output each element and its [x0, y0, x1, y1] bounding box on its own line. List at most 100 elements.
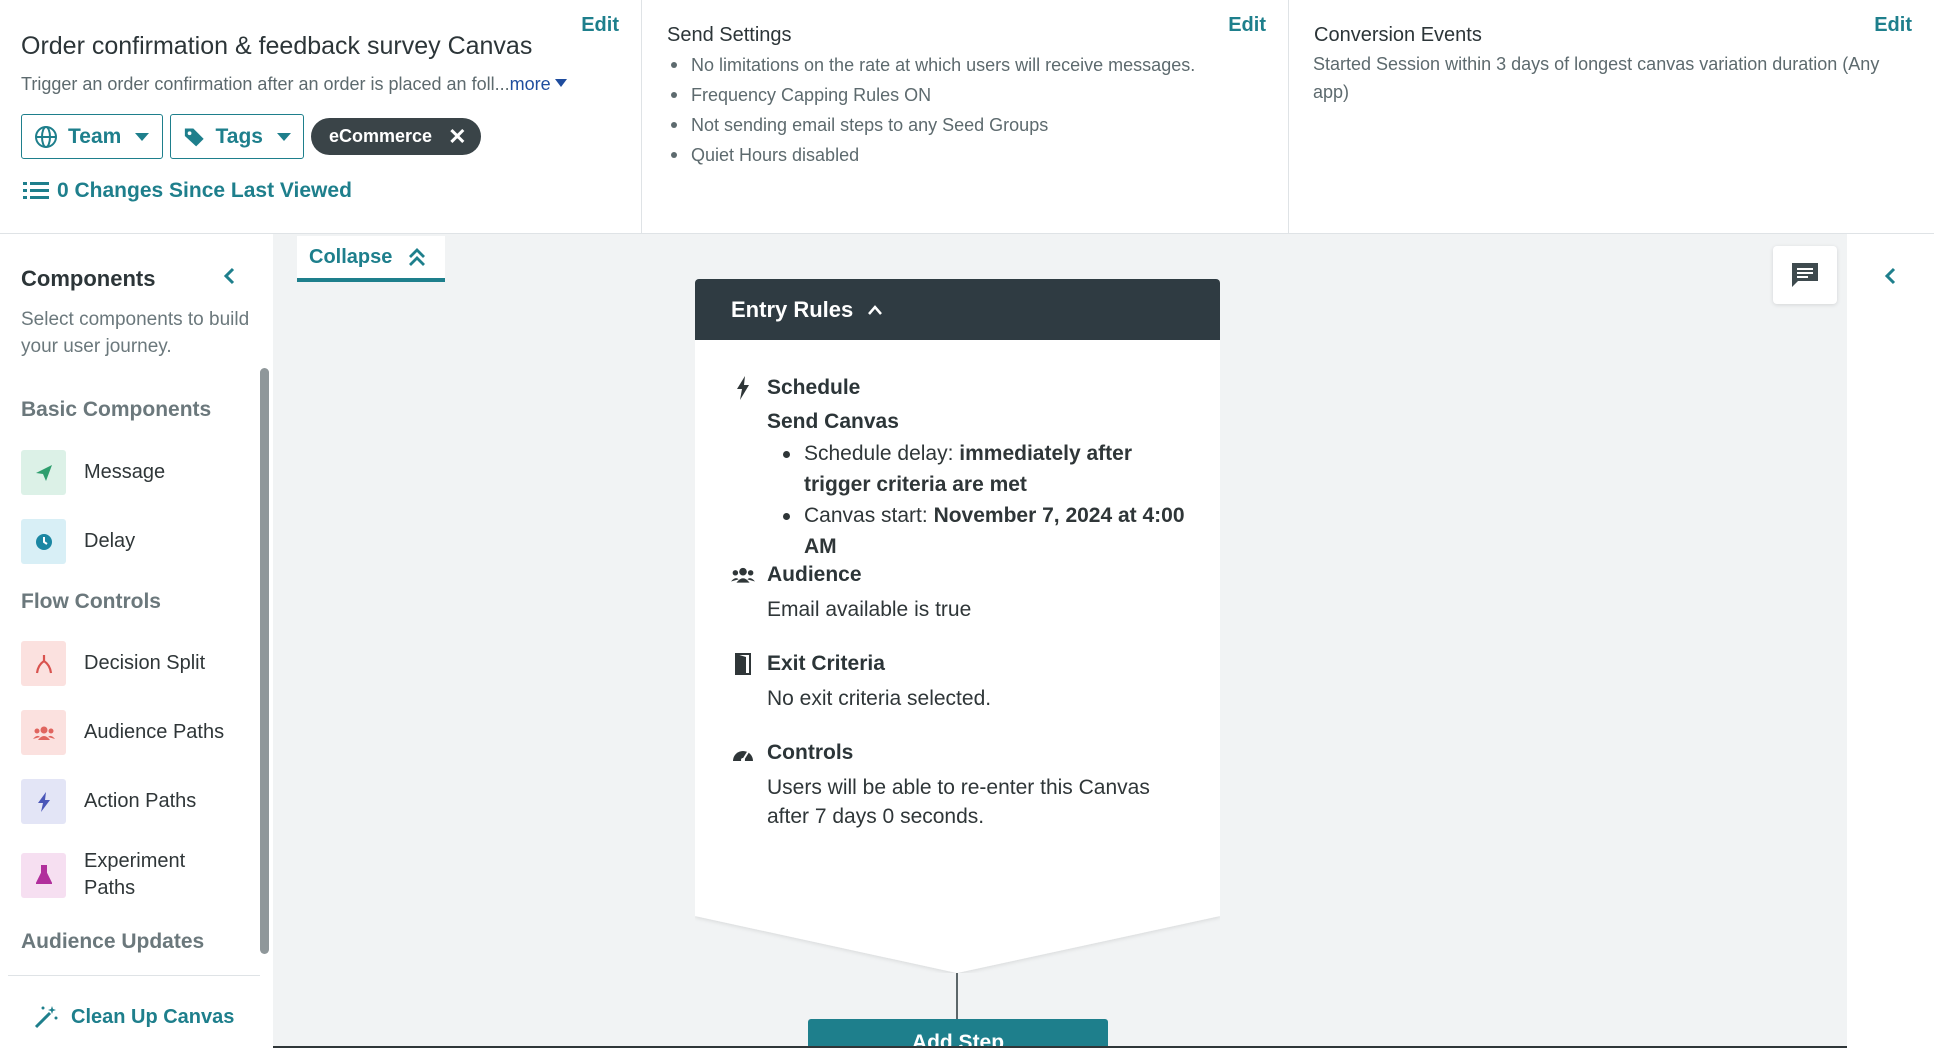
send-icon — [21, 450, 66, 495]
send-settings-edit-button[interactable]: Edit — [1228, 14, 1266, 37]
door-icon — [731, 653, 755, 675]
components-description: Select components to build your user jou… — [21, 309, 250, 357]
tags-dropdown-label: Tags — [215, 124, 263, 148]
chevron-down-icon — [277, 132, 291, 141]
flask-icon — [21, 852, 66, 898]
sidebar-scrollbar[interactable] — [260, 368, 269, 954]
users-icon — [21, 710, 66, 755]
chevron-left-icon — [223, 267, 235, 285]
more-link[interactable]: more — [510, 74, 551, 94]
canvas-title: Order confirmation & feedback survey Can… — [21, 32, 533, 60]
comment-icon — [1792, 263, 1818, 287]
changes-since-last-viewed-link[interactable]: 0 Changes Since Last Viewed — [23, 179, 352, 203]
schedule-delay-label: Schedule delay: — [804, 442, 960, 465]
flow-controls-heading: Flow Controls — [21, 590, 161, 613]
canvas-start-item: Canvas start: November 7, 2024 at 4:00 A… — [767, 500, 1187, 562]
conversion-events-panel: Edit Conversion Events Started Session w… — [1289, 0, 1934, 233]
exit-criteria-title: Exit Criteria — [767, 652, 885, 675]
basic-components-heading: Basic Components — [21, 398, 212, 421]
tags-dropdown[interactable]: Tags — [170, 114, 304, 159]
canvas-description: Trigger an order confirmation after an o… — [21, 74, 567, 95]
component-delay[interactable]: Delay — [21, 519, 234, 564]
audience-text: Email available is true — [767, 598, 972, 621]
component-label: Audience Paths — [84, 721, 225, 743]
entry-rules-title: Entry Rules — [731, 296, 854, 322]
bolt-icon — [731, 376, 755, 400]
components-sidebar: Components Select components to build yo… — [0, 234, 273, 1048]
audience-title: Audience — [767, 563, 862, 586]
component-message[interactable]: Message — [21, 450, 234, 495]
magic-wand-icon — [34, 1006, 58, 1029]
clean-up-canvas-label: Clean Up Canvas — [71, 1005, 235, 1028]
component-audience-paths[interactable]: Audience Paths — [21, 710, 234, 755]
audience-rule: Audience Email available is true — [731, 563, 1197, 624]
split-icon — [21, 641, 66, 686]
team-tags-row: Team Tags eCommerce ✕ — [21, 114, 481, 159]
send-settings-item: Frequency Capping Rules ON — [667, 80, 1195, 110]
clock-icon — [21, 519, 66, 564]
send-settings-item: Not sending email steps to any Seed Grou… — [667, 110, 1195, 140]
components-title: Components — [21, 266, 156, 291]
component-label: Message — [84, 461, 166, 483]
conversion-events-edit-button[interactable]: Edit — [1874, 14, 1912, 37]
changes-label: 0 Changes Since Last Viewed — [57, 179, 352, 202]
remove-tag-icon[interactable]: ✕ — [448, 125, 466, 148]
bolt-icon — [21, 779, 66, 824]
chevron-down-icon — [135, 132, 150, 141]
expand-right-panel-button[interactable] — [1883, 266, 1897, 291]
controls-text: Users will be able to re-enter this Canv… — [767, 776, 1150, 828]
tag-pill: eCommerce ✕ — [311, 118, 481, 155]
send-settings-panel: Edit Send Settings No limitations on the… — [642, 0, 1289, 233]
component-label: Decision Split — [84, 652, 206, 674]
double-chevron-up-icon — [409, 248, 426, 266]
component-experiment-paths[interactable]: Experiment Paths — [21, 848, 234, 902]
collapse-sidebar-button[interactable] — [222, 266, 236, 291]
send-settings-item: No limitations on the rate at which user… — [667, 50, 1195, 80]
right-panel-strip — [1847, 234, 1934, 1048]
exit-criteria-text: No exit criteria selected. — [767, 687, 992, 710]
list-icon — [23, 182, 49, 199]
send-settings-title: Send Settings — [667, 24, 792, 46]
component-label: Action Paths — [84, 790, 197, 812]
team-dropdown-label: Team — [68, 124, 122, 148]
caret-down-icon[interactable] — [554, 79, 567, 87]
canvas-details-panel: Edit Order confirmation & feedback surve… — [0, 0, 642, 233]
audience-updates-heading: Audience Updates — [21, 930, 205, 953]
schedule-title: Schedule — [767, 376, 861, 399]
canvas-header: Edit Order confirmation & feedback surve… — [0, 0, 1934, 234]
exit-criteria-rule: Exit Criteria No exit criteria selected. — [731, 652, 1197, 713]
globe-icon — [35, 125, 57, 148]
controls-rule: Controls Users will be able to re-enter … — [731, 741, 1197, 831]
chevron-left-icon — [1884, 267, 1896, 285]
controls-title: Controls — [767, 741, 854, 764]
send-settings-item: Quiet Hours disabled — [667, 140, 1195, 170]
conversion-events-text: Started Session within 3 days of longest… — [1313, 54, 1880, 102]
canvas-details-edit-button[interactable]: Edit — [581, 14, 619, 37]
comments-button[interactable] — [1773, 246, 1837, 304]
step-connector — [956, 973, 958, 1020]
canvas-description-text: Trigger an order confirmation after an o… — [21, 74, 510, 94]
send-canvas-subtitle: Send Canvas — [767, 410, 899, 433]
component-label: Delay — [84, 530, 136, 552]
add-step-button[interactable]: Add Step — [808, 1019, 1108, 1046]
gauge-icon — [731, 743, 755, 763]
entry-rules-card: Schedule Send Canvas Schedule delay: imm… — [695, 340, 1220, 973]
team-dropdown[interactable]: Team — [21, 114, 163, 159]
component-action-paths[interactable]: Action Paths — [21, 779, 234, 824]
conversion-events-title: Conversion Events — [1314, 24, 1482, 46]
collapse-label: Collapse — [309, 245, 393, 268]
entry-rules-header[interactable]: Entry Rules — [695, 279, 1220, 340]
component-decision-split[interactable]: Decision Split — [21, 641, 234, 686]
tag-icon — [184, 128, 204, 146]
tag-pill-label: eCommerce — [329, 126, 433, 146]
canvas-start-label: Canvas start: — [804, 504, 934, 527]
sidebar-divider — [8, 975, 260, 976]
add-step-label: Add Step — [911, 1031, 1005, 1046]
collapse-tab[interactable]: Collapse — [297, 236, 445, 282]
component-label: Experiment Paths — [84, 850, 186, 899]
send-settings-list: No limitations on the rate at which user… — [667, 50, 1195, 170]
schedule-delay-item: Schedule delay: immediately after trigge… — [767, 438, 1187, 500]
clean-up-canvas-button[interactable]: Clean Up Canvas — [33, 1004, 234, 1030]
schedule-rule: Schedule Send Canvas Schedule delay: imm… — [731, 376, 1187, 562]
schedule-details: Schedule delay: immediately after trigge… — [767, 438, 1187, 562]
